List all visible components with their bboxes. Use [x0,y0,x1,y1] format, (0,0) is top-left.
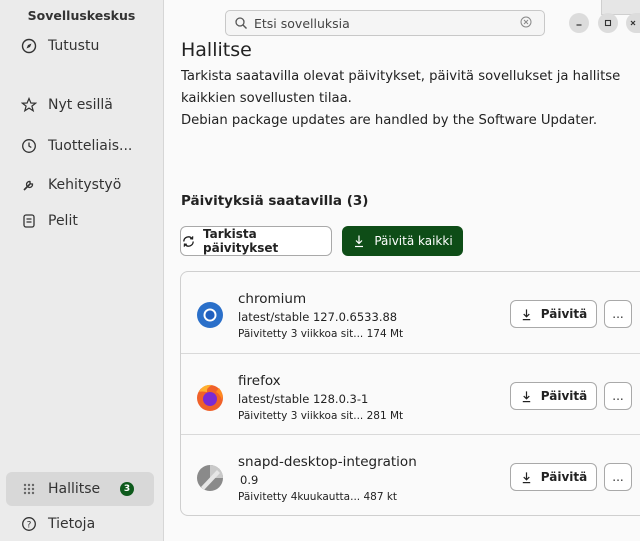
app-name: firefox [238,373,281,389]
clock-icon [20,137,38,155]
more-options-button[interactable]: ... [604,463,632,491]
search-input[interactable]: Etsi sovelluksia [225,10,545,36]
description-line-2: Debian package updates are handled by th… [181,113,598,128]
app-update-info: Päivitetty 3 viikkoa sit... 281 Mt [238,410,404,422]
page-title: Hallitse [181,39,252,61]
svg-text:?: ? [27,521,32,531]
star-icon [20,96,38,114]
sidebar-item-nyt-esilla[interactable]: Nyt esillä [6,88,154,122]
more-options-button[interactable]: ... [604,382,632,410]
download-icon [352,234,366,248]
chromium-icon [195,300,225,330]
app-version: latest/stable 127.0.6533.88 [238,310,398,324]
sidebar: Sovelluskeskus Tutustu Nyt esillä Tuotte… [0,0,164,541]
maximize-button[interactable] [598,13,618,33]
sidebar-item-kehitystyo[interactable]: Kehitystyö [6,168,154,202]
list-item: firefox latest/stable 128.0.3-1 Päivitet… [181,353,640,435]
update-label: Päivitä [540,470,588,484]
check-updates-label: Tarkista päivitykset [203,227,279,255]
description-line-1: Tarkista saatavilla olevat päivitykset, … [181,69,621,106]
refresh-icon [181,234,196,249]
download-icon [520,390,533,403]
app-version: latest/stable 128.0.3-1 [238,392,369,406]
check-updates-button[interactable]: Tarkista päivitykset [180,226,332,256]
grid-icon [20,480,38,498]
sidebar-item-label: Nyt esillä [48,97,113,113]
sidebar-item-tietoja[interactable]: ? Tietoja [6,507,154,541]
minimize-icon [576,24,582,26]
update-all-label: Päivitä kaikki [374,234,453,248]
update-button[interactable]: Päivitä [510,300,597,328]
search-placeholder: Etsi sovelluksia [254,15,350,31]
snapd-icon [195,463,225,493]
compass-icon [20,37,38,55]
main-content: Etsi sovelluksia Hallitse Tarkista saata… [164,0,640,541]
download-icon [520,308,533,321]
app-name: chromium [238,291,307,307]
search-icon [234,16,248,30]
app-update-info: Päivitetty 3 viikkoa sit... 174 Mt [238,328,404,340]
sidebar-item-label: Tutustu [48,38,100,54]
sidebar-item-pelit[interactable]: Pelit [6,204,154,238]
sidebar-item-label: Tietoja [48,516,96,532]
download-icon [520,471,533,484]
app-title: Sovelluskeskus [27,8,136,23]
list-item: snapd-desktop-integration 0.9 Päivitetty… [181,434,640,515]
updates-count-badge: 3 [120,482,134,496]
sidebar-item-label: Pelit [48,213,78,229]
sidebar-item-tuotteliaisuus[interactable]: Tuotteliais... [6,129,154,163]
sidebar-item-tutustu[interactable]: Tutustu [6,29,154,63]
update-all-button[interactable]: Päivitä kaikki [342,226,463,256]
updates-section-title: Päivityksiä saatavilla (3) [181,193,369,209]
page-description: Tarkista saatavilla olevat päivitykset, … [181,66,639,132]
update-label: Päivitä [540,307,588,321]
updates-list: chromium latest/stable 127.0.6533.88 Päi… [180,271,640,516]
sidebar-item-hallitse[interactable]: Hallitse 3 [6,472,154,506]
wrench-icon [20,176,38,194]
gamepad-icon [20,212,38,230]
list-item: chromium latest/stable 127.0.6533.88 Päi… [181,272,640,353]
more-options-button[interactable]: ... [604,300,632,328]
app-name: snapd-desktop-integration [238,454,417,470]
clear-search-icon[interactable] [520,16,534,30]
update-label: Päivitä [540,389,588,403]
sidebar-item-label: Kehitystyö [48,177,122,193]
app-update-info: Päivitetty 4kuukautta... 487 kt [238,491,398,503]
firefox-icon [195,382,225,412]
app-version: 0.9 [240,473,259,487]
sidebar-item-label: Tuotteliais... [48,138,133,154]
sidebar-item-label: Hallitse [48,481,101,497]
maximize-icon [604,19,612,27]
close-button[interactable] [626,13,640,33]
close-icon [630,20,636,26]
help-icon: ? [20,515,38,533]
update-button[interactable]: Päivitä [510,382,597,410]
minimize-button[interactable] [569,13,589,33]
update-button[interactable]: Päivitä [510,463,597,491]
